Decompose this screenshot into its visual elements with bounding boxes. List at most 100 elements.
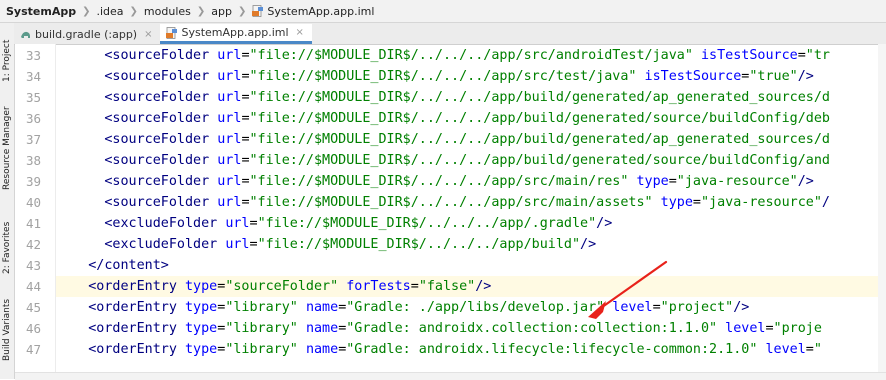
breadcrumb-item[interactable]: .idea ❯ xyxy=(90,5,137,18)
code-token-punct: = xyxy=(652,300,661,315)
code-token-val: "Gradle: androidx.collection:collection:… xyxy=(346,321,718,336)
code-line[interactable]: <sourceFolder url="file://$MODULE_DIR$/.… xyxy=(56,45,886,66)
code-token-tag: <orderEntry xyxy=(88,321,185,336)
code-token-attr: url xyxy=(225,216,250,231)
code-token-tag: <orderEntry xyxy=(88,279,185,294)
code-line[interactable]: <excludeFolder url="file://$MODULE_DIR$/… xyxy=(56,234,886,255)
close-icon[interactable]: × xyxy=(296,27,304,38)
code-token-val: "proje xyxy=(773,321,822,336)
side-panel-resource-manager[interactable]: Resource Manager xyxy=(0,93,14,203)
close-icon[interactable]: × xyxy=(144,29,152,40)
code-token-val: "file://$MODULE_DIR$/../../../app/build/… xyxy=(249,153,830,168)
side-panel-build-variants[interactable]: Build Variants xyxy=(0,285,14,375)
code-token-val: "file://$MODULE_DIR$/../../../app/build/… xyxy=(249,90,830,105)
code-token-val: "file://$MODULE_DIR$/../../../app/src/ma… xyxy=(249,174,629,189)
code-token-tag: /> xyxy=(596,216,613,231)
code-token-punct: = xyxy=(241,69,250,84)
code-token-punct: = xyxy=(241,195,250,210)
code-token-punct: = xyxy=(249,237,258,252)
code-token-punct xyxy=(636,69,644,84)
code-token-attr: type xyxy=(185,279,218,294)
code-token-attr: url xyxy=(217,174,242,189)
breadcrumb-item[interactable]: modules ❯ xyxy=(138,5,205,18)
line-number: 39 xyxy=(25,174,41,189)
code-line[interactable]: <sourceFolder url="file://$MODULE_DIR$/.… xyxy=(56,171,886,192)
code-token-attr: url xyxy=(217,195,242,210)
breadcrumb-item[interactable]: app ❯ xyxy=(205,5,246,18)
code-line[interactable]: <excludeFolder url="file://$MODULE_DIR$/… xyxy=(56,213,886,234)
side-panel-project[interactable]: 1: Project xyxy=(0,31,14,91)
breadcrumb-label: modules xyxy=(143,4,191,18)
code-token-val: "Gradle: ./app/libs/develop.jar" xyxy=(346,300,605,315)
code-token-punct xyxy=(298,321,306,336)
line-number: 33 xyxy=(25,48,41,63)
code-token-punct: = xyxy=(241,132,250,147)
code-token-val: "file://$MODULE_DIR$/../../../app/src/ma… xyxy=(249,195,653,210)
code-editor[interactable]: <sourceFolder url="file://$MODULE_DIR$/.… xyxy=(56,44,886,379)
code-token-punct: = xyxy=(241,90,250,105)
vertical-scrollbar[interactable] xyxy=(878,44,886,379)
code-token-tag: /> xyxy=(797,69,814,84)
code-token-tag: /> xyxy=(580,237,597,252)
code-token-attr: url xyxy=(217,69,242,84)
code-line[interactable]: <sourceFolder url="file://$MODULE_DIR$/.… xyxy=(56,66,886,87)
breadcrumb: SystemApp ❯ .idea ❯ modules ❯ app ❯ SystemApp.ap… xyxy=(0,0,886,23)
code-token-tag: <orderEntry xyxy=(88,342,185,357)
editor-tab-label: build.gradle (:app) xyxy=(35,27,138,41)
code-token-tag: <sourceFolder xyxy=(104,174,218,189)
code-line[interactable]: <sourceFolder url="file://$MODULE_DIR$/.… xyxy=(56,192,886,213)
chevron-right-icon: ❯ xyxy=(82,5,91,17)
editor-tabs: build.gradle (:app) × SystemApp.app.iml × xyxy=(14,23,886,45)
code-token-punct: = xyxy=(805,342,814,357)
code-token-attr: isTestSource xyxy=(644,69,742,84)
code-token-val: "sourceFolder" xyxy=(225,279,339,294)
code-line[interactable]: </content> xyxy=(56,255,886,276)
left-tool-window-bar: 1: Project Resource Manager 2: Favorites… xyxy=(0,23,15,379)
code-line[interactable]: <orderEntry type = "sourceFolder" forTests… xyxy=(56,276,886,297)
code-line[interactable]: <orderEntry type="library" name="Gradle:… xyxy=(56,318,886,339)
xml-file-icon xyxy=(252,5,264,17)
editor-tab[interactable]: build.gradle (:app) × xyxy=(14,24,160,44)
code-token-val: "java-resource" xyxy=(676,174,798,189)
editor-tab-label: SystemApp.app.iml xyxy=(181,26,289,39)
code-line[interactable]: <orderEntry type="library" name="Gradle:… xyxy=(56,339,886,360)
code-token-punct: = xyxy=(765,321,774,336)
breadcrumb-item[interactable]: SystemApp.app.iml xyxy=(246,5,374,18)
breadcrumb-label: SystemApp.app.iml xyxy=(267,4,375,18)
code-token-val: "tr xyxy=(805,48,830,63)
code-token-attr: type xyxy=(636,174,669,189)
line-number: 36 xyxy=(25,111,41,126)
line-number: 46 xyxy=(25,321,41,336)
code-token-val: "java-resource" xyxy=(700,195,822,210)
line-number: 40 xyxy=(25,195,41,210)
code-token-punct: = xyxy=(241,48,250,63)
code-token-tag: <sourceFolder xyxy=(104,48,218,63)
code-line[interactable]: <sourceFolder url="file://$MODULE_DIR$/.… xyxy=(56,129,886,150)
line-number: 42 xyxy=(25,237,41,252)
code-line[interactable]: <orderEntry type="library" name="Gradle:… xyxy=(56,297,886,318)
code-line[interactable]: <sourceFolder url="file://$MODULE_DIR$/.… xyxy=(56,87,886,108)
code-token-attr: type xyxy=(185,321,218,336)
code-line[interactable]: <sourceFolder url="file://$MODULE_DIR$/.… xyxy=(56,108,886,129)
code-line[interactable]: <sourceFolder url="file://$MODULE_DIR$/.… xyxy=(56,150,886,171)
editor-tab[interactable]: SystemApp.app.iml × xyxy=(160,24,312,44)
chevron-right-icon: ❯ xyxy=(196,5,206,17)
code-token-attr: type xyxy=(185,342,218,357)
chevron-right-icon: ❯ xyxy=(238,5,247,17)
code-token-tag: <excludeFolder xyxy=(104,237,226,252)
code-token-punct: = xyxy=(692,195,701,210)
code-token-val: "file://$MODULE_DIR$/../../../app/build/… xyxy=(249,132,830,147)
code-token-val: " xyxy=(813,342,822,357)
side-panel-favorites[interactable]: 2: Favorites xyxy=(0,213,14,283)
code-token-punct: = xyxy=(241,111,250,126)
breadcrumb-item[interactable]: SystemApp ❯ xyxy=(0,5,90,18)
